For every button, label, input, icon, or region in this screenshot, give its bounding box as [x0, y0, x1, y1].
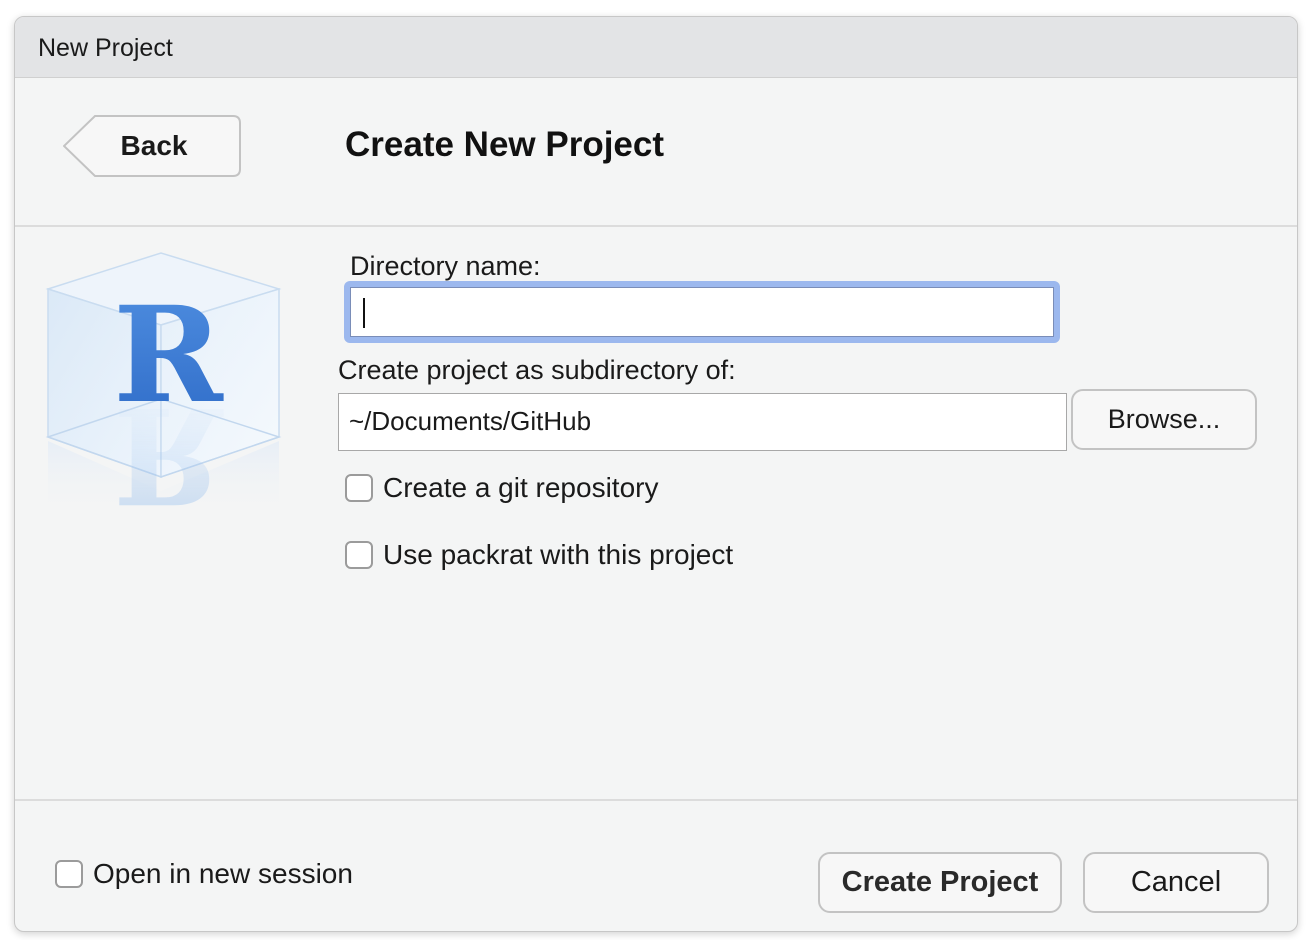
dialog-header: Back Create New Project	[15, 78, 1297, 227]
footer-divider	[15, 799, 1297, 801]
new-session-checkbox[interactable]	[55, 860, 83, 888]
create-project-button[interactable]: Create Project	[818, 852, 1062, 913]
page-title: Create New Project	[345, 125, 665, 164]
r-cube-logo-icon: R R	[43, 249, 293, 532]
back-button[interactable]: Back	[63, 115, 241, 177]
directory-name-label: Directory name:	[350, 251, 541, 281]
packrat-label: Use packrat with this project	[383, 539, 734, 570]
logo-letter-reflection: R	[113, 377, 224, 519]
window-title: New Project	[38, 34, 173, 62]
text-caret	[363, 298, 365, 328]
browse-button[interactable]: Browse...	[1071, 389, 1257, 450]
subdirectory-path-field[interactable]: ~/Documents/GitHub	[338, 393, 1067, 451]
packrat-checkbox[interactable]	[345, 541, 373, 569]
cancel-button[interactable]: Cancel	[1083, 852, 1269, 913]
new-project-dialog: New Project Back Create New Project R R …	[14, 16, 1298, 932]
title-bar: New Project	[15, 17, 1297, 78]
subdirectory-label: Create project as subdirectory of:	[338, 355, 736, 385]
back-button-label: Back	[120, 130, 188, 161]
git-repository-label: Create a git repository	[383, 472, 659, 503]
new-session-label: Open in new session	[93, 858, 353, 889]
git-repository-checkbox[interactable]	[345, 474, 373, 502]
directory-name-input[interactable]	[350, 287, 1054, 337]
